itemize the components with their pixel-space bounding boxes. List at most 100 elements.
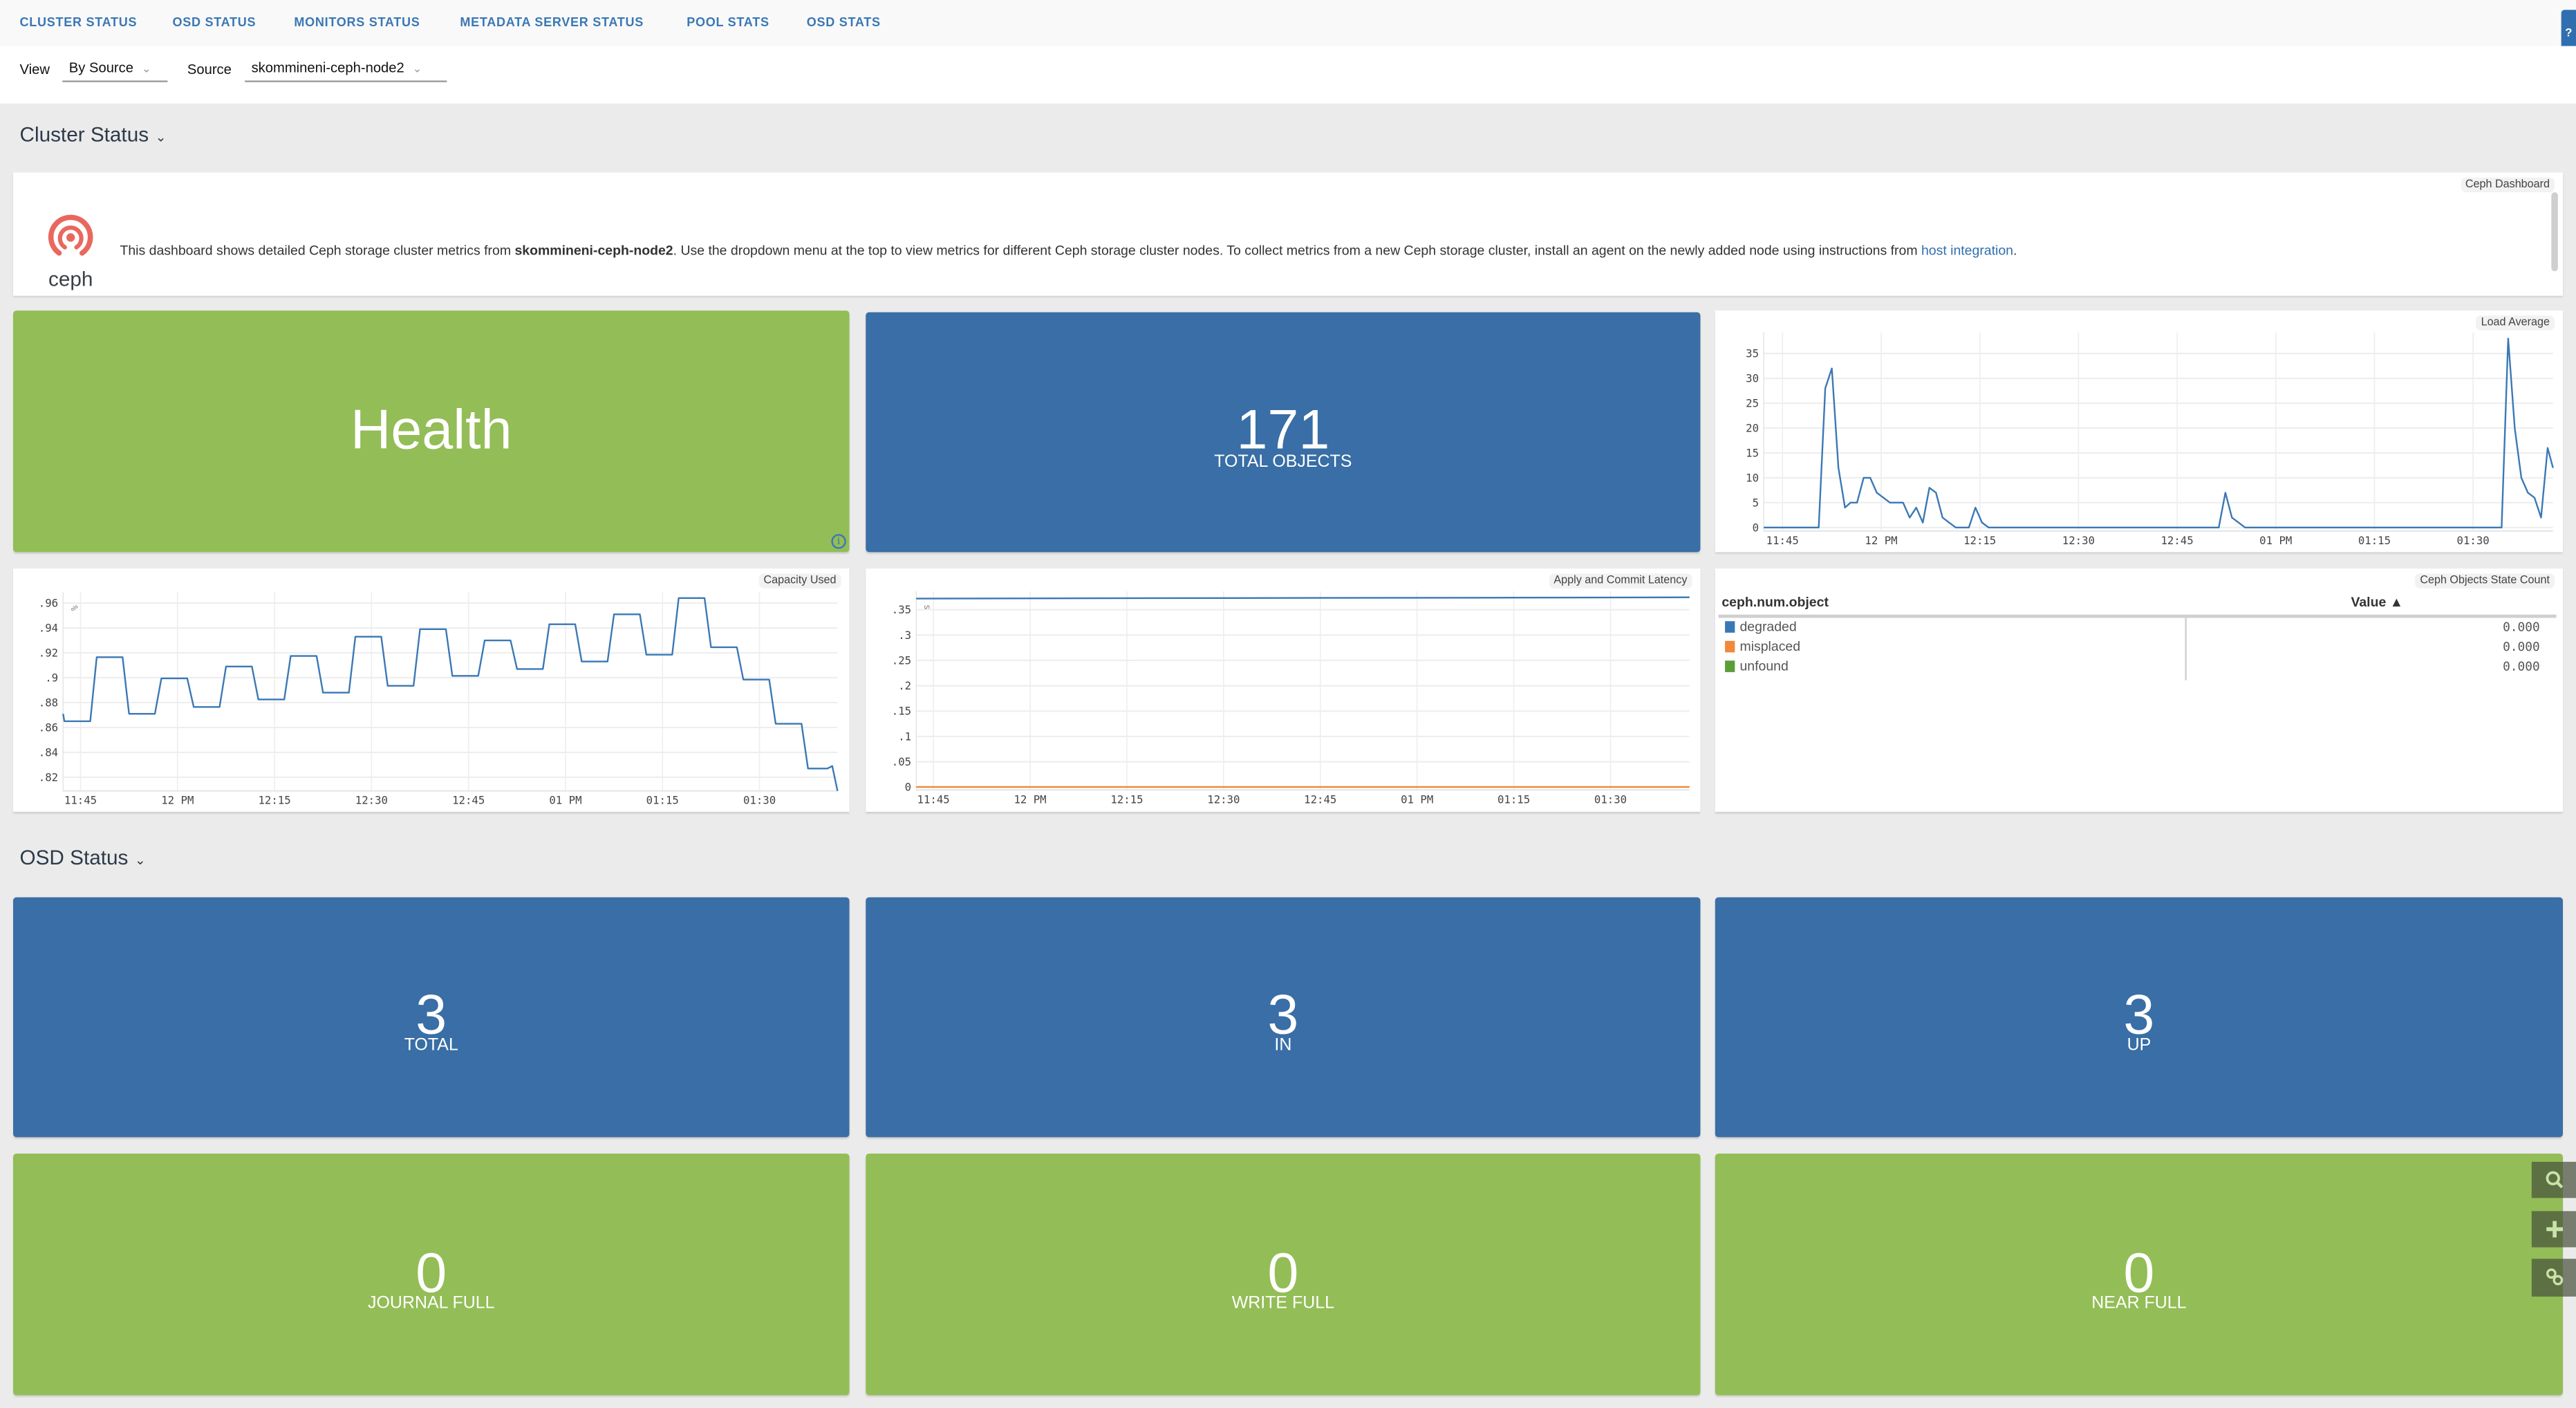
table-title: Ceph Objects State Count bbox=[2415, 573, 2555, 589]
color-swatch bbox=[1725, 640, 1735, 653]
row-name: unfound bbox=[1739, 658, 1789, 674]
color-swatch bbox=[1725, 621, 1735, 633]
x-tick-label: 12 PM bbox=[1865, 534, 1897, 547]
y-tick-label: .82 bbox=[39, 770, 58, 784]
scrollbar[interactable] bbox=[2551, 192, 2558, 272]
y-tick-label: .25 bbox=[892, 654, 911, 667]
row-name: misplaced bbox=[1739, 639, 1801, 654]
x-tick-label: 12:45 bbox=[452, 794, 485, 807]
load-average-chart: Load Average 11:45 12 PM 12:15 12:30 12:45 01… bbox=[1715, 311, 2563, 553]
health-tile[interactable]: Health i bbox=[13, 311, 850, 553]
y-tick-label: 15 bbox=[1746, 446, 1759, 459]
tab-osd-stats[interactable]: OSD STATS bbox=[807, 15, 881, 29]
x-tick-label: 11:45 bbox=[64, 794, 97, 807]
journal-full-tile[interactable]: 0 JOURNAL FULL bbox=[13, 1154, 850, 1396]
view-label: View bbox=[19, 60, 50, 77]
cluster-status-section-header[interactable]: Cluster Status ⌄ bbox=[20, 123, 167, 146]
link-button[interactable] bbox=[2531, 1259, 2576, 1297]
y-tick-label: .2 bbox=[898, 679, 911, 692]
view-dropdown[interactable]: By Source ⌄ bbox=[62, 59, 168, 82]
column-header-value[interactable]: Value ▲ bbox=[2351, 595, 2403, 609]
x-tick-label: 12:15 bbox=[1110, 793, 1143, 806]
y-tick-label: .3 bbox=[898, 629, 911, 642]
table-row[interactable]: unfound 0.000 bbox=[1725, 659, 2540, 679]
y-tick-label: 30 bbox=[1746, 372, 1759, 385]
total-objects-value: 171 bbox=[1236, 399, 1330, 462]
y-tick-label: 20 bbox=[1746, 421, 1759, 434]
y-tick-label: 10 bbox=[1746, 471, 1759, 484]
source-value: skommineni-ceph-node2 bbox=[251, 59, 404, 76]
table-row[interactable]: degraded 0.000 bbox=[1725, 620, 2540, 640]
series-line-0[interactable] bbox=[916, 596, 1690, 600]
row-name: degraded bbox=[1739, 619, 1797, 635]
view-value: By Source bbox=[68, 59, 133, 76]
host-integration-link[interactable]: host integration bbox=[1921, 243, 2013, 258]
tile-label: JOURNAL FULL bbox=[368, 1293, 495, 1313]
x-tick-label: 01:30 bbox=[2457, 534, 2490, 547]
near-full-tile[interactable]: 0 NEAR FULL bbox=[1715, 1154, 2563, 1396]
tab-cluster-status[interactable]: CLUSTER STATUS bbox=[20, 15, 138, 29]
health-label: Health bbox=[351, 399, 512, 462]
x-tick-label: 12:15 bbox=[1963, 534, 1996, 547]
x-tick-label: 01 PM bbox=[549, 794, 581, 807]
x-tick-label: 01:15 bbox=[1497, 793, 1530, 806]
x-tick-label: 12:30 bbox=[355, 794, 388, 807]
x-tick-label: 12:45 bbox=[2160, 534, 2193, 547]
tile-label: WRITE FULL bbox=[1231, 1293, 1335, 1313]
row-value: 0.000 bbox=[2503, 639, 2540, 654]
tile-label: NEAR FULL bbox=[2091, 1293, 2187, 1313]
x-tick-label: 12 PM bbox=[1014, 793, 1046, 806]
chevron-down-icon: ⌄ bbox=[155, 129, 167, 145]
source-label: Source bbox=[187, 60, 232, 77]
table-row[interactable]: misplaced 0.000 bbox=[1725, 639, 2540, 659]
search-icon bbox=[2545, 1171, 2563, 1189]
x-tick-label: 12 PM bbox=[161, 794, 194, 807]
link-icon bbox=[2545, 1268, 2563, 1286]
ceph-logo-text: ceph bbox=[48, 268, 93, 290]
series-line-0[interactable] bbox=[62, 597, 839, 791]
tab-metadata-server-status[interactable]: METADATA SERVER STATUS bbox=[460, 15, 644, 29]
tab-pool-stats[interactable]: POOL STATS bbox=[687, 15, 769, 29]
x-tick-label: 01:30 bbox=[1594, 793, 1627, 806]
tab-monitors-status[interactable]: MONITORS STATUS bbox=[294, 15, 420, 29]
osd-up-tile[interactable]: 3 UP bbox=[1715, 897, 2563, 1138]
x-tick-label: 11:45 bbox=[917, 793, 950, 806]
search-button[interactable] bbox=[2531, 1162, 2576, 1198]
tab-osd-status[interactable]: OSD STATUS bbox=[173, 15, 256, 29]
source-name: skommineni-ceph-node2 bbox=[514, 243, 673, 259]
osd-in-tile[interactable]: 3 IN bbox=[866, 897, 1701, 1138]
y-tick-label: 0 bbox=[1753, 521, 1759, 534]
x-tick-label: 01:15 bbox=[646, 794, 679, 807]
capacity-used-plot[interactable]: 11:45 12 PM 12:15 12:30 12:45 01 PM 01:15 01:30… bbox=[13, 568, 850, 812]
load-average-plot[interactable]: 11:45 12 PM 12:15 12:30 12:45 01 PM 01:15 01:30… bbox=[1715, 311, 2563, 552]
y-tick-label: 5 bbox=[1753, 496, 1759, 509]
info-icon[interactable]: i bbox=[831, 534, 846, 549]
osd-total-tile[interactable]: 3 TOTAL bbox=[13, 897, 850, 1138]
capacity-used-chart: Capacity Used 11:45 12 PM 12:15 12:30 12:45 0… bbox=[13, 568, 850, 812]
y-tick-label: .88 bbox=[39, 696, 58, 709]
y-tick-label: 25 bbox=[1746, 396, 1759, 409]
latency-plot[interactable]: 11:45 12 PM 12:15 12:30 12:45 01 PM 01:15 01:30… bbox=[866, 568, 1700, 812]
x-tick-label: 12:45 bbox=[1304, 793, 1336, 806]
latency-chart: Apply and Commit Latency 11:45 12 PM 12:15… bbox=[866, 568, 1701, 812]
x-tick-label: 12:15 bbox=[258, 794, 290, 807]
y-tick-label: 35 bbox=[1746, 347, 1759, 360]
series-line-0[interactable] bbox=[1764, 337, 2554, 528]
y-axis-unit: s bbox=[922, 604, 932, 610]
chevron-down-icon: ⌄ bbox=[134, 853, 146, 868]
source-dropdown[interactable]: skommineni-ceph-node2 ⌄ bbox=[245, 59, 447, 82]
top-nav: CLUSTER STATUS OSD STATUS MONITORS STATU… bbox=[0, 0, 2576, 46]
total-objects-label: TOTAL OBJECTS bbox=[1214, 452, 1352, 472]
y-tick-label: .86 bbox=[39, 721, 58, 734]
plus-icon bbox=[2546, 1221, 2562, 1238]
osd-status-section-header[interactable]: OSD Status ⌄ bbox=[20, 846, 146, 869]
write-full-tile[interactable]: 0 WRITE FULL bbox=[866, 1154, 1701, 1396]
objects-state-table: Ceph Objects State Count ceph.num.object… bbox=[1715, 568, 2563, 812]
x-tick-label: 01 PM bbox=[1401, 793, 1433, 806]
add-button[interactable] bbox=[2531, 1211, 2576, 1248]
x-tick-label: 01 PM bbox=[2259, 534, 2292, 547]
x-tick-label: 12:30 bbox=[1207, 793, 1240, 806]
row-value: 0.000 bbox=[2503, 658, 2540, 674]
total-objects-tile[interactable]: 171 TOTAL OBJECTS bbox=[866, 312, 1701, 553]
column-header-metric[interactable]: ceph.num.object bbox=[1721, 595, 1829, 609]
